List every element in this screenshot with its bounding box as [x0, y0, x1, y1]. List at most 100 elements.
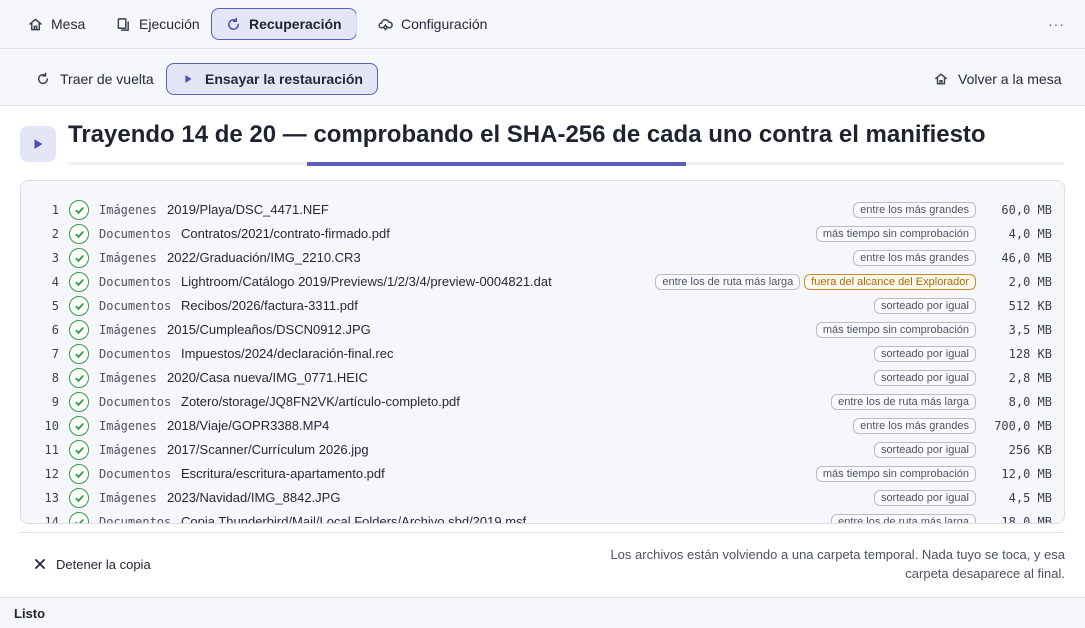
row-tags: entre los más grandes [853, 250, 976, 266]
back-to-desk-button[interactable]: Volver a la mesa [920, 63, 1076, 95]
reason-badge: sorteado por igual [873, 490, 976, 506]
refresh-icon [228, 17, 239, 30]
progress-bar [307, 162, 686, 166]
row-size: 18,0 MB [1001, 515, 1052, 524]
stop-copy-button[interactable]: Detener la copia [24, 550, 161, 578]
tab-label: Mesa [51, 16, 86, 32]
row-folder: Imágenes [99, 371, 157, 385]
row-size: 12,0 MB [1001, 467, 1052, 481]
table-row[interactable]: 3 Imágenes 2022/Graduación/IMG_2210.CR3 ent… [21, 246, 1064, 270]
row-folder: Imágenes [99, 203, 157, 217]
check-circle-icon [69, 464, 89, 484]
tab-ejecucion[interactable]: Ejecución [102, 8, 214, 40]
row-path: 2019/Playa/DSC_4471.NEF [167, 202, 329, 217]
row-size: 8,0 MB [1008, 395, 1052, 409]
check-circle-icon [69, 416, 89, 436]
row-folder: Imágenes [99, 251, 157, 265]
check-circle-icon [69, 344, 89, 364]
table-row[interactable]: 4 Documentos Lightroom/Catálogo 2019/Previ… [21, 270, 1064, 294]
row-tags: más tiempo sin comprobación [815, 322, 976, 338]
table-row[interactable]: 8 Imágenes 2020/Casa nueva/IMG_0771.HEIC so… [21, 366, 1064, 390]
row-tags: entre los de ruta más larga [831, 394, 976, 410]
row-folder: Documentos [99, 299, 172, 313]
row-path: Zotero/storage/JQ8FN2VK/artículo-complet… [181, 394, 460, 409]
row-path: Lightroom/Catálogo 2019/Previews/1/2/3/4… [181, 274, 552, 289]
row-path: Escritura/escritura-apartamento.pdf [181, 466, 385, 481]
close-icon [35, 559, 45, 569]
tab-recuperacion[interactable]: Recuperación [211, 8, 357, 40]
bring-back-label: Traer de vuelta [60, 71, 154, 87]
table-row[interactable]: 1 Imágenes 2019/Playa/DSC_4471.NEF entre lo… [21, 198, 1064, 222]
check-circle-icon [69, 392, 89, 412]
check-circle-icon [69, 512, 89, 523]
table-row[interactable]: 12 Documentos Escritura/escritura-apartame… [21, 462, 1064, 486]
reason-badge: entre los de ruta más larga [655, 274, 801, 290]
tab-configuracion[interactable]: Configuración [364, 8, 501, 40]
row-tags: más tiempo sin comprobación [815, 226, 976, 242]
table-row[interactable]: 6 Imágenes 2015/Cumpleaños/DSCN0912.JPG más… [21, 318, 1064, 342]
table-row[interactable]: 13 Imágenes 2023/Navidad/IMG_8842.JPG sorte… [21, 486, 1064, 510]
table-row[interactable]: 14 Documentos Copia Thunderbird/Mail/Local… [21, 510, 1064, 524]
table-row[interactable]: 2 Documentos Contratos/2021/contrato-firma… [21, 222, 1064, 246]
row-number: 4 [51, 275, 59, 289]
check-circle-icon [69, 272, 89, 292]
bring-back-button[interactable]: Traer de vuelta [22, 63, 168, 95]
row-tags: sorteado por igual [873, 490, 976, 506]
row-path: Impuestos/2024/declaración-final.rec [181, 346, 394, 361]
table-row[interactable]: 5 Documentos Recibos/2026/factura-3311.pdf… [21, 294, 1064, 318]
row-folder: Documentos [99, 227, 172, 241]
table-row[interactable]: 11 Imágenes 2017/Scanner/Currículum 2026.j… [21, 438, 1064, 462]
row-tags: sorteado por igual [873, 442, 976, 458]
table-row[interactable]: 9 Documentos Zotero/storage/JQ8FN2VK/artíc… [21, 390, 1064, 414]
file-list[interactable]: 1 Imágenes 2019/Playa/DSC_4471.NEF entre lo… [20, 180, 1065, 524]
table-row[interactable]: 10 Imágenes 2018/Viaje/GOPR3388.MP4 entre l… [21, 414, 1064, 438]
row-path: 2022/Graduación/IMG_2210.CR3 [167, 250, 361, 265]
back-to-desk-label: Volver a la mesa [958, 71, 1062, 87]
row-folder: Documentos [99, 467, 172, 481]
tab-mesa[interactable]: Mesa [14, 8, 99, 40]
cloud-gear-icon [378, 18, 393, 30]
row-folder: Documentos [99, 395, 172, 409]
test-restore-button[interactable]: Ensayar la restauración [166, 63, 378, 95]
row-size: 512 KB [1008, 299, 1052, 313]
row-size: 60,0 MB [1001, 203, 1052, 217]
play-status-icon [20, 126, 56, 162]
stop-copy-label: Detener la copia [56, 556, 151, 572]
row-folder: Imágenes [99, 323, 157, 337]
reason-badge: entre los de ruta más larga [831, 514, 976, 523]
reason-badge: sorteado por igual [873, 298, 976, 314]
test-restore-label: Ensayar la restauración [205, 71, 363, 87]
tab-label: Ejecución [139, 16, 200, 32]
row-size: 3,5 MB [1008, 323, 1052, 337]
row-number: 5 [51, 299, 59, 313]
reason-badge: más tiempo sin comprobación [815, 322, 976, 338]
row-number: 14 [44, 515, 59, 524]
row-tags: entre los más grandes [853, 418, 976, 434]
row-path: Contratos/2021/contrato-firmado.pdf [181, 226, 390, 241]
footer-note: Los archivos están volviendo a una carpe… [610, 547, 1065, 581]
reason-badge: entre los más grandes [853, 202, 976, 218]
page-title: Trayendo 14 de 20 — comprobando el SHA-2… [68, 121, 986, 148]
reason-badge: más tiempo sin comprobación [815, 226, 976, 242]
footer-divider [20, 532, 1065, 533]
row-number: 6 [51, 323, 59, 337]
refresh-icon [37, 72, 49, 85]
home-icon [935, 73, 947, 85]
more-menu-icon[interactable]: ··· [1048, 16, 1065, 32]
table-row[interactable]: 7 Documentos Impuestos/2024/declaración-fi… [21, 342, 1064, 366]
row-size: 256 KB [1008, 443, 1052, 457]
tab-label: Configuración [401, 16, 488, 32]
row-number: 3 [51, 251, 59, 265]
tab-label: Recuperación [249, 16, 342, 32]
check-circle-icon [69, 368, 89, 388]
row-tags: sorteado por igual [873, 346, 976, 362]
row-path: 2023/Navidad/IMG_8842.JPG [167, 490, 341, 505]
row-folder: Imágenes [99, 419, 157, 433]
row-tags: entre los de ruta más larga [831, 514, 976, 523]
row-path: 2015/Cumpleaños/DSCN0912.JPG [167, 322, 371, 337]
row-path: 2018/Viaje/GOPR3388.MP4 [167, 418, 330, 433]
row-path: 2017/Scanner/Currículum 2026.jpg [167, 442, 369, 457]
copy-icon [117, 17, 129, 31]
row-size: 46,0 MB [1001, 251, 1052, 265]
row-number: 7 [51, 347, 59, 361]
